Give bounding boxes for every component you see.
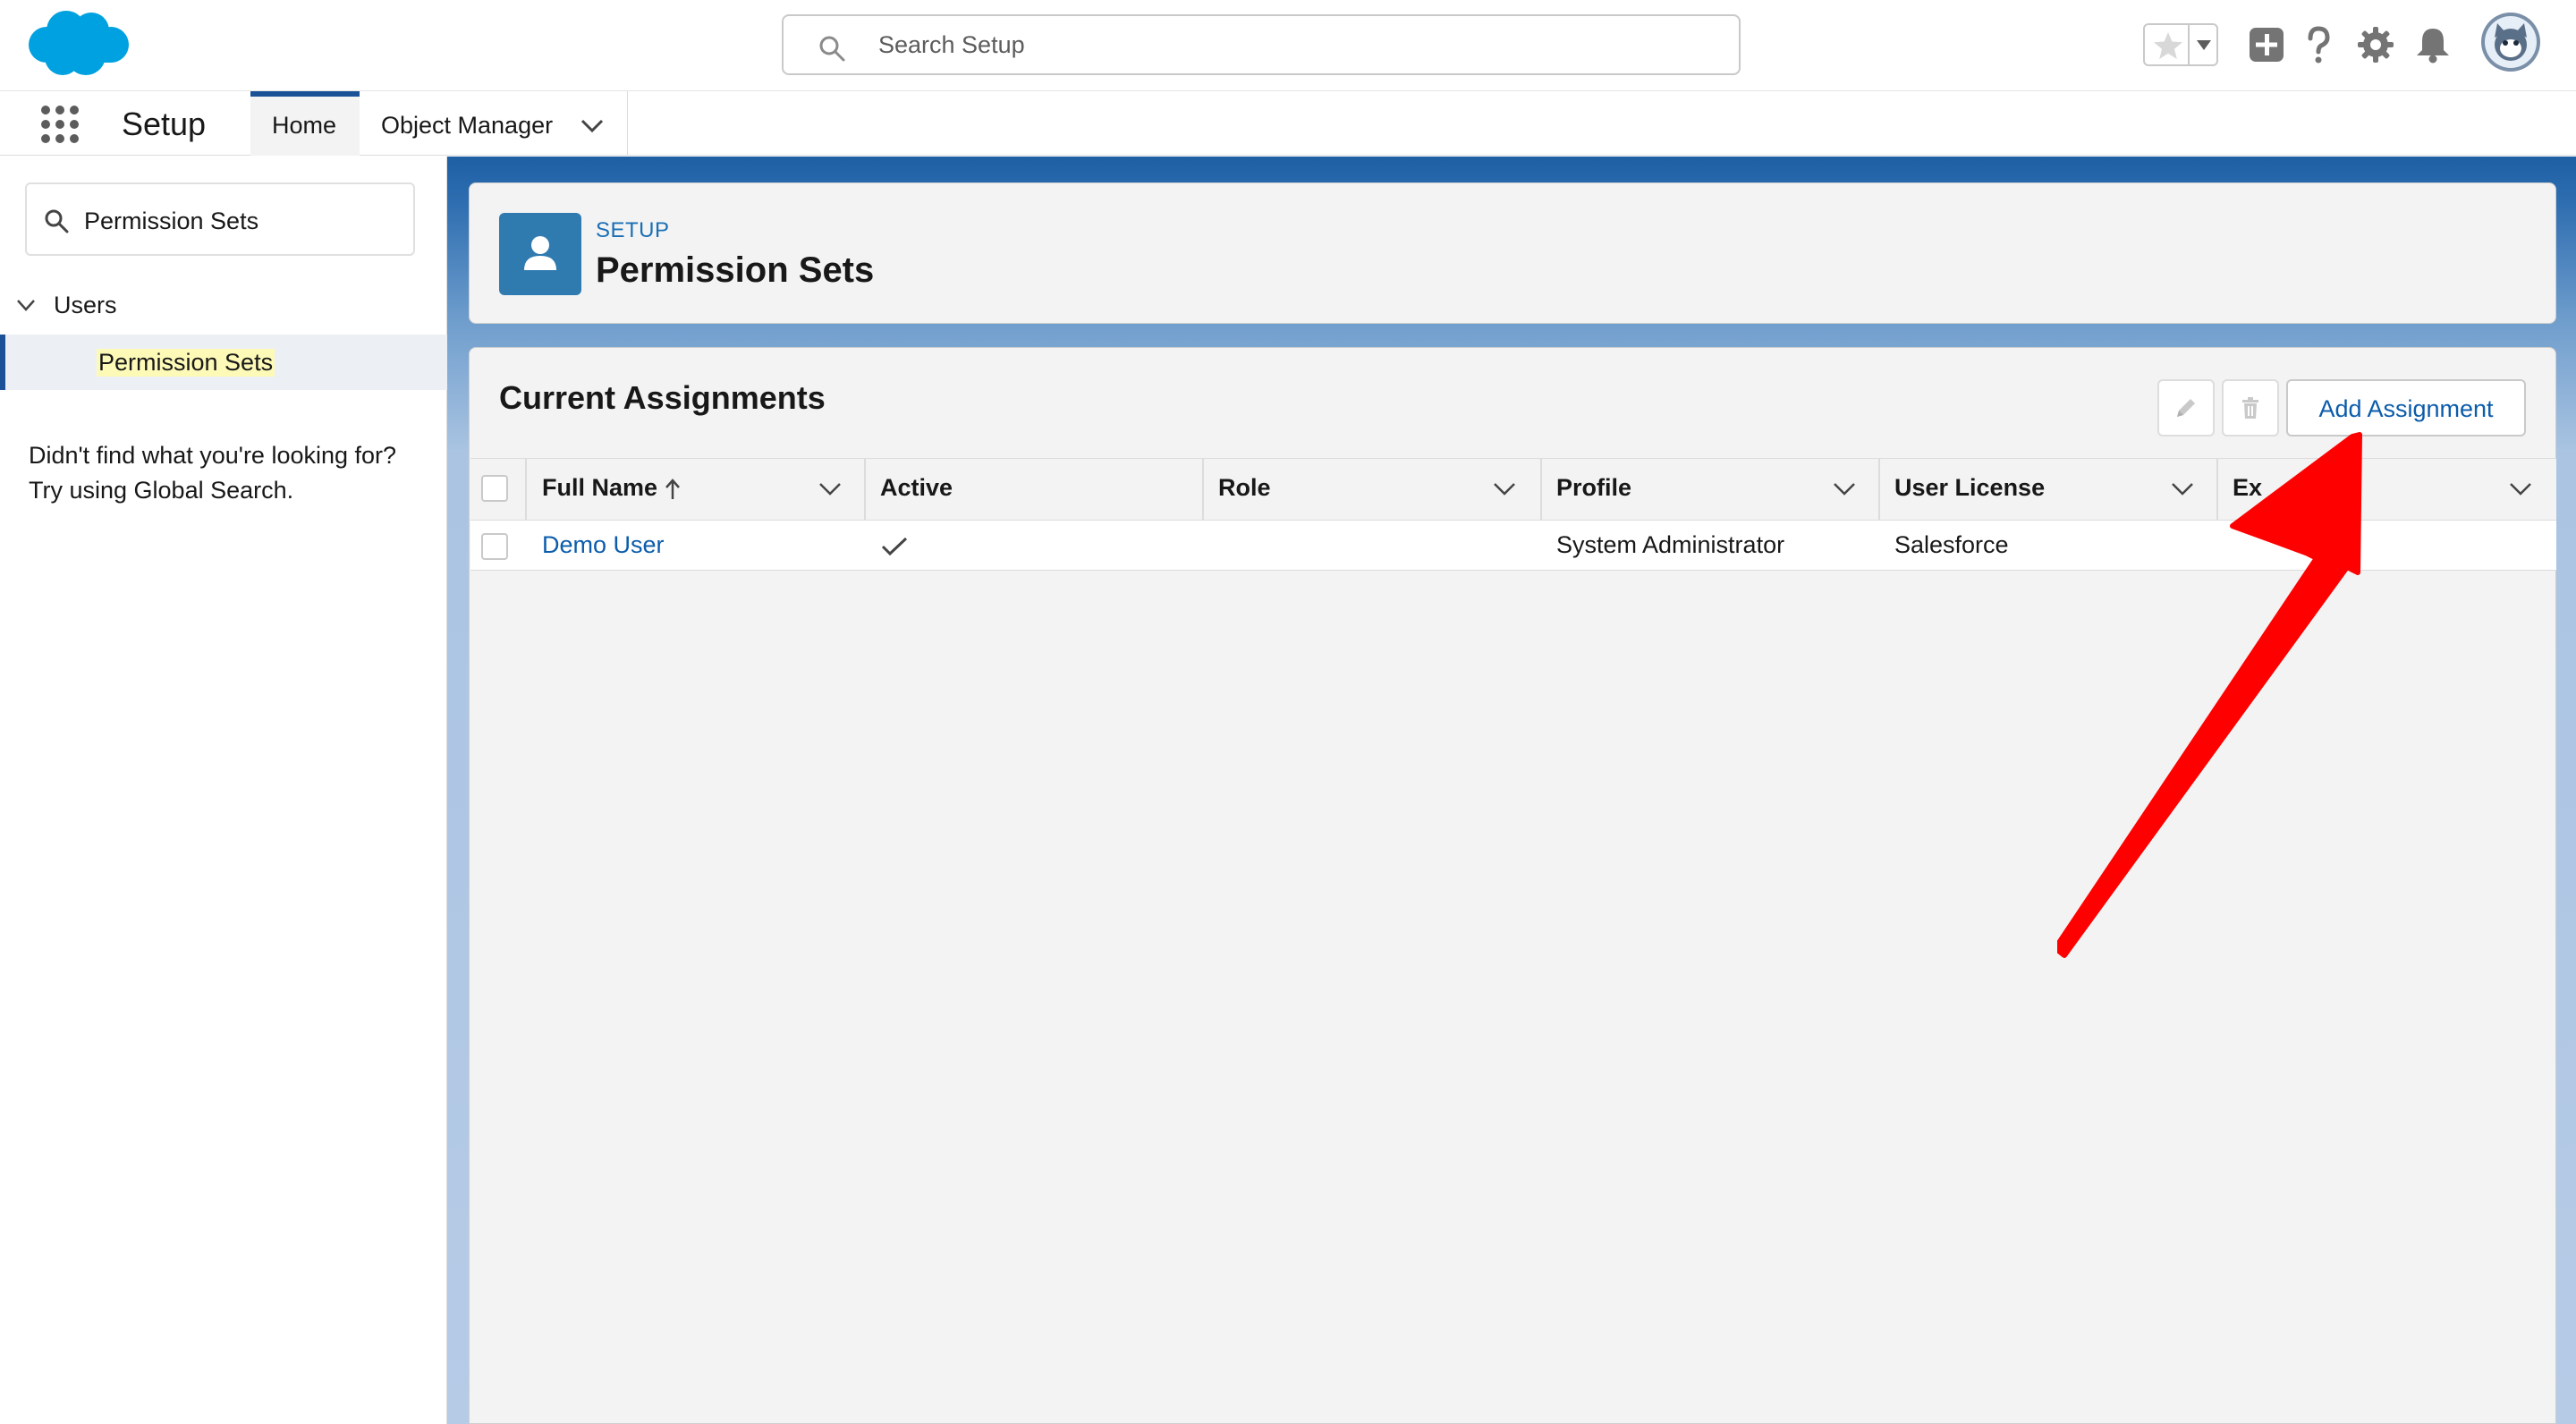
trash-icon — [2242, 397, 2258, 419]
page-title: Permission Sets — [596, 250, 875, 290]
user-license-cell: Salesforce — [1894, 531, 2009, 558]
chevron-down-icon[interactable] — [580, 114, 605, 136]
search-input[interactable] — [877, 27, 1682, 63]
favorites-star-icon[interactable] — [2152, 30, 2184, 62]
salesforce-logo[interactable] — [27, 9, 134, 81]
quick-find-input[interactable]: Permission Sets — [25, 182, 415, 256]
sidebar-node-label: Users — [54, 292, 117, 318]
tab-home[interactable]: Home — [250, 91, 360, 156]
column-header-role[interactable]: Role — [1218, 474, 1271, 502]
chevron-down-icon[interactable] — [2508, 479, 2533, 499]
divider — [2188, 25, 2190, 64]
checkmark-icon — [881, 537, 908, 556]
tab-object-manager[interactable]: Object Manager — [360, 91, 628, 156]
sidebar-item-permission-sets[interactable]: Permission Sets — [0, 335, 447, 390]
add-icon[interactable] — [2245, 23, 2288, 66]
favorites-button-group[interactable] — [2143, 23, 2218, 66]
user-name-link[interactable]: Demo User — [542, 531, 665, 559]
chevron-down-icon[interactable] — [1832, 479, 1857, 499]
permission-sets-icon — [499, 213, 581, 295]
quick-find-value: Permission Sets — [84, 208, 259, 234]
search-icon — [819, 36, 845, 62]
pencil-icon — [2177, 399, 2195, 417]
row-checkbox[interactable] — [481, 533, 508, 560]
app-launcher-icon[interactable] — [39, 104, 80, 145]
help-line: Didn't find what you're looking for? — [29, 442, 397, 469]
tab-home-label: Home — [272, 112, 337, 139]
help-icon[interactable] — [2297, 23, 2340, 66]
app-name: Setup — [122, 106, 207, 142]
profile-cell: System Administrator — [1556, 531, 1785, 558]
help-line: Try using Global Search. — [29, 477, 294, 504]
sidebar-item-label: Permission Sets — [97, 349, 275, 377]
breadcrumb[interactable]: SETUP — [596, 218, 670, 243]
chevron-down-icon[interactable] — [1492, 479, 1517, 499]
user-icon — [524, 236, 556, 270]
settings-gear-icon[interactable] — [2354, 23, 2397, 66]
notifications-bell-icon[interactable] — [2411, 23, 2454, 66]
chevron-down-icon[interactable] — [818, 479, 843, 499]
select-all-checkbox[interactable] — [481, 475, 508, 502]
global-search[interactable] — [782, 14, 1741, 75]
column-header-full-name[interactable]: Full Name — [542, 474, 657, 502]
sort-ascending-icon[interactable] — [664, 478, 682, 501]
column-header-profile[interactable]: Profile — [1556, 474, 1631, 502]
chevron-down-icon[interactable] — [16, 297, 36, 313]
user-avatar[interactable] — [2479, 11, 2542, 73]
tab-object-manager-label: Object Manager — [381, 112, 554, 139]
chevron-down-icon[interactable] — [2195, 38, 2213, 52]
column-header-active[interactable]: Active — [880, 474, 953, 502]
annotation-arrow-icon — [2057, 432, 2362, 958]
sidebar-help-text: Didn't find what you're looking for? Try… — [29, 438, 422, 508]
column-header-user-license[interactable]: User License — [1894, 474, 2045, 502]
card-title: Current Assignments — [499, 379, 826, 416]
search-icon — [45, 209, 69, 233]
